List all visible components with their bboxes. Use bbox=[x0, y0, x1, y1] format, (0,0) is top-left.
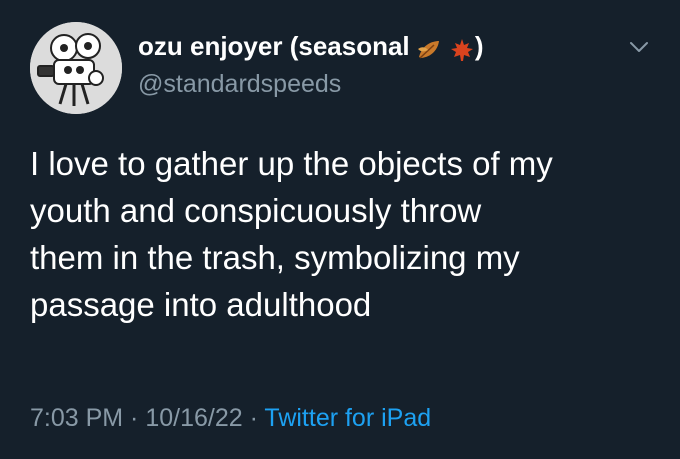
author-display-name-close: ) bbox=[474, 31, 484, 61]
author-display-name-row[interactable]: ozu enjoyer (seasonal ) bbox=[138, 30, 484, 64]
tweet-source-link[interactable]: Twitter for iPad bbox=[264, 404, 431, 432]
tweet-time[interactable]: 7:03 PM bbox=[30, 404, 123, 432]
avatar[interactable] bbox=[30, 22, 122, 114]
tweet-header: ozu enjoyer (seasonal ) @standardspeeds bbox=[138, 30, 484, 100]
author-handle[interactable]: @standardspeeds bbox=[138, 68, 484, 100]
tweet-text: I love to gather up the objects of my yo… bbox=[30, 140, 650, 328]
tweet-text-line: passage into adulthood bbox=[30, 286, 372, 323]
meta-separator: · bbox=[123, 404, 146, 432]
camera-cartoon-avatar-icon bbox=[30, 22, 122, 114]
tweet-text-line: I love to gather up the objects of my bbox=[30, 145, 553, 182]
tweet-text-line: them in the trash, symbolizing my bbox=[30, 239, 520, 276]
leaf-emoji-group bbox=[416, 32, 475, 64]
tweet-text-line: youth and conspicuously throw bbox=[30, 192, 482, 229]
chevron-down-icon[interactable] bbox=[628, 36, 650, 58]
meta-separator: · bbox=[242, 404, 265, 432]
tweet-date[interactable]: 10/16/22 bbox=[145, 404, 242, 432]
tweet-metadata: 7:03 PM · 10/16/22 · Twitter for iPad bbox=[30, 402, 431, 434]
author-display-name[interactable]: ozu enjoyer (seasonal bbox=[138, 31, 410, 61]
maple-leaf-icon bbox=[450, 39, 473, 62]
fallen-leaf-icon bbox=[417, 41, 439, 59]
tweet-card: ozu enjoyer (seasonal ) @standardspeeds … bbox=[0, 0, 680, 459]
